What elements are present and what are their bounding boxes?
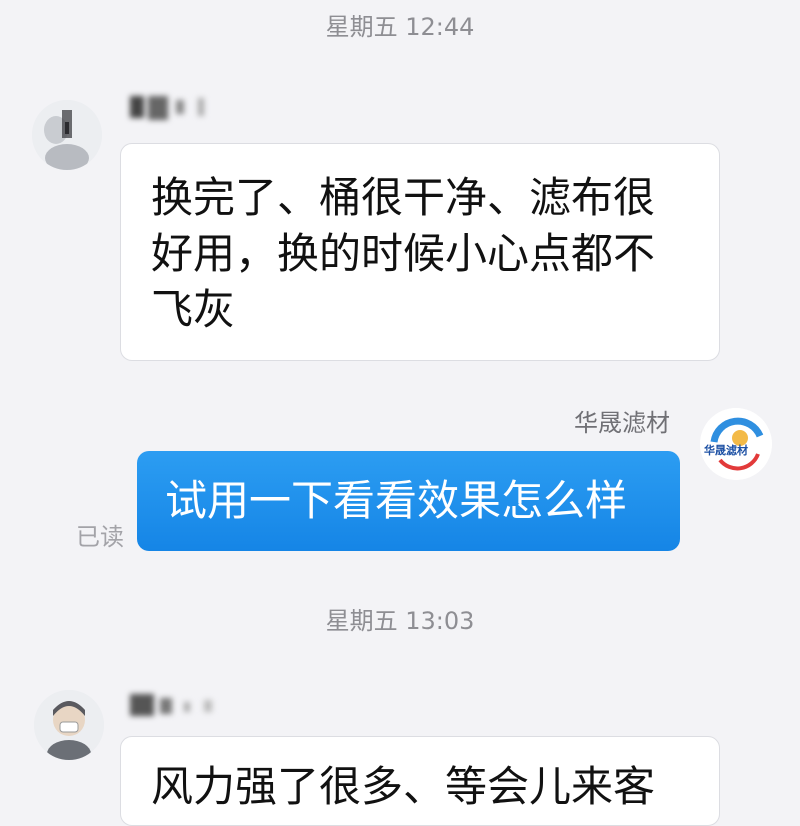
incoming-message-bubble[interactable]: 风力强了很多、等会儿来客: [120, 736, 720, 826]
avatar-person-icon: [32, 100, 102, 170]
timestamp: 星期五 13:03: [325, 607, 475, 635]
sender-avatar[interactable]: 华晟滤材: [700, 408, 772, 480]
contact-avatar[interactable]: [32, 100, 102, 170]
timestamp: 星期五 12:44: [325, 13, 475, 41]
read-status: 已读: [76, 523, 124, 551]
incoming-message-bubble[interactable]: 换完了、桶很干净、滤布很好用，换的时候小心点都不飞灰: [120, 143, 720, 361]
avatar-person-icon: [34, 690, 104, 760]
logo-text: 华晟滤材: [704, 444, 748, 457]
sender-name: 华晟滤材: [574, 409, 670, 437]
outgoing-message-bubble[interactable]: 试用一下看看效果怎么样: [137, 451, 680, 551]
contact-avatar[interactable]: [34, 690, 104, 760]
contact-name-blurred: [130, 694, 212, 716]
contact-name-blurred: [130, 96, 204, 120]
